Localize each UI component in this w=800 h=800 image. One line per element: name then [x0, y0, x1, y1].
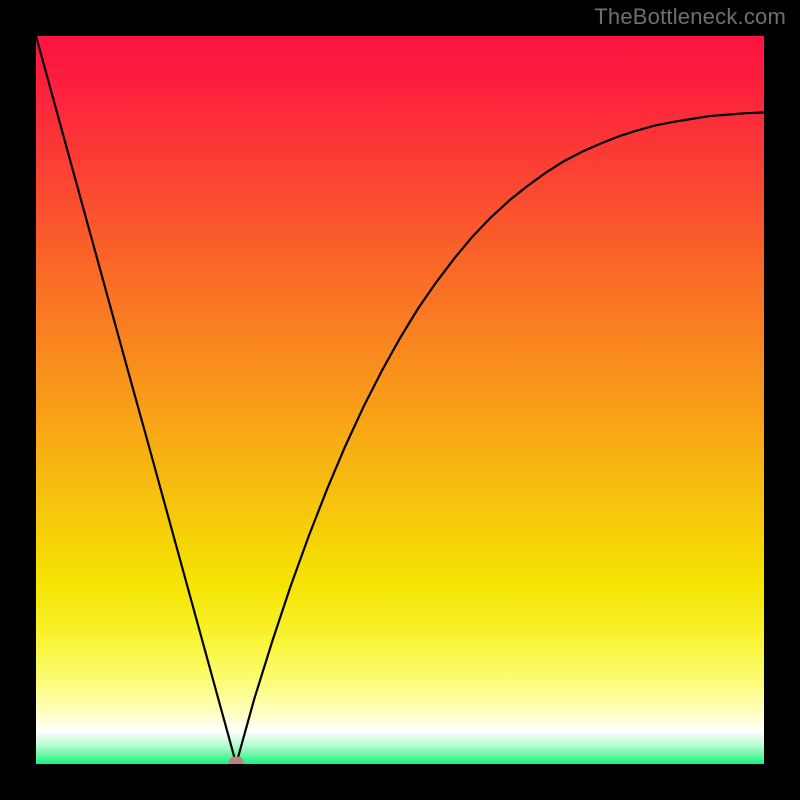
- bottleneck-chart: [36, 36, 764, 764]
- watermark-text: TheBottleneck.com: [594, 4, 786, 30]
- chart-background: [36, 36, 764, 764]
- chart-frame: TheBottleneck.com: [0, 0, 800, 800]
